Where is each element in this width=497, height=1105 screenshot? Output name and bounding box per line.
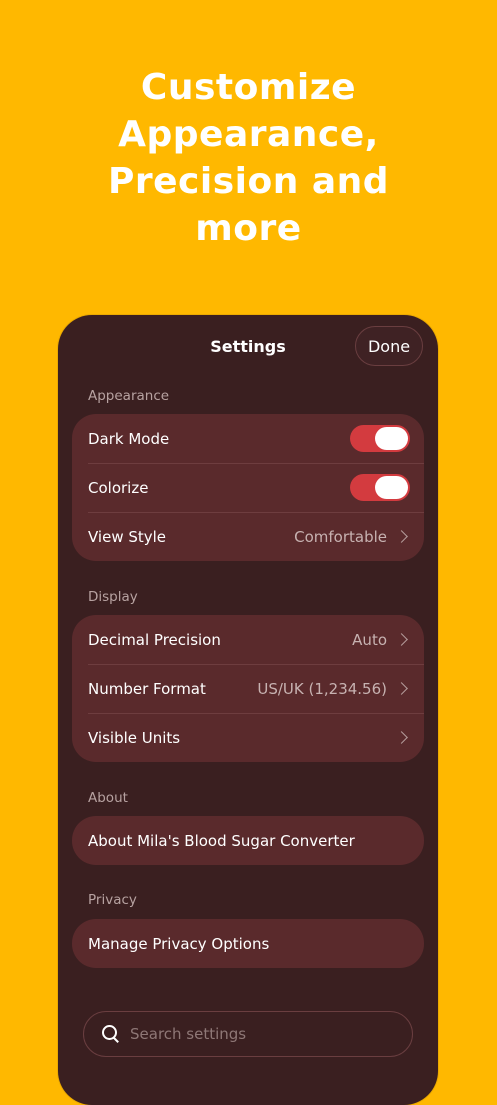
search-field[interactable]: Search settings bbox=[83, 1011, 413, 1057]
about-app-label: About Mila's Blood Sugar Converter bbox=[88, 831, 355, 850]
marketing-headline: Customize Appearance, Precision and more bbox=[0, 64, 497, 252]
visible-units-row[interactable]: Visible Units bbox=[72, 713, 424, 762]
manage-privacy-row[interactable]: Manage Privacy Options bbox=[72, 919, 424, 968]
toggle-knob bbox=[375, 427, 408, 450]
number-format-label: Number Format bbox=[88, 679, 206, 698]
decimal-precision-label: Decimal Precision bbox=[88, 630, 221, 649]
chevron-right-icon bbox=[395, 530, 408, 543]
about-group: About Mila's Blood Sugar Converter bbox=[72, 816, 424, 865]
number-format-row[interactable]: Number Format US/UK (1,234.56) bbox=[72, 664, 424, 713]
done-button[interactable]: Done bbox=[355, 326, 423, 366]
colorize-toggle[interactable] bbox=[350, 474, 410, 501]
chevron-right-icon bbox=[395, 731, 408, 744]
search-placeholder: Search settings bbox=[130, 1025, 247, 1043]
number-format-value: US/UK (1,234.56) bbox=[257, 679, 387, 698]
manage-privacy-label: Manage Privacy Options bbox=[88, 934, 270, 953]
headline-line-4: more bbox=[195, 208, 302, 249]
headline-line-2: Appearance, bbox=[118, 114, 379, 155]
decimal-precision-value: Auto bbox=[352, 630, 387, 649]
chevron-right-icon bbox=[395, 633, 408, 646]
search-icon bbox=[102, 1025, 120, 1043]
view-style-row[interactable]: View Style Comfortable bbox=[72, 512, 424, 561]
headline-line-1: Customize bbox=[140, 67, 357, 108]
view-style-value: Comfortable bbox=[294, 527, 387, 546]
dark-mode-row[interactable]: Dark Mode bbox=[72, 414, 424, 463]
toggle-knob bbox=[375, 476, 408, 499]
appearance-group: Dark Mode Colorize View Style Comfortabl… bbox=[72, 414, 424, 561]
display-group: Decimal Precision Auto Number Format US/… bbox=[72, 615, 424, 762]
settings-header: Settings Done bbox=[58, 315, 438, 381]
view-style-label: View Style bbox=[88, 527, 167, 546]
decimal-precision-row[interactable]: Decimal Precision Auto bbox=[72, 615, 424, 664]
section-label-about: About bbox=[88, 790, 128, 806]
headline-line-3: Precision and bbox=[107, 161, 390, 202]
privacy-group: Manage Privacy Options bbox=[72, 919, 424, 968]
chevron-right-icon bbox=[395, 682, 408, 695]
section-label-display: Display bbox=[88, 589, 138, 605]
colorize-row[interactable]: Colorize bbox=[72, 463, 424, 512]
colorize-label: Colorize bbox=[88, 478, 149, 497]
section-label-privacy: Privacy bbox=[88, 892, 137, 908]
section-label-appearance: Appearance bbox=[88, 388, 170, 404]
dark-mode-toggle[interactable] bbox=[350, 425, 410, 452]
about-app-row[interactable]: About Mila's Blood Sugar Converter bbox=[72, 816, 424, 865]
visible-units-label: Visible Units bbox=[88, 728, 181, 747]
settings-panel: Settings Done Appearance Dark Mode Color… bbox=[58, 315, 438, 1105]
dark-mode-label: Dark Mode bbox=[88, 429, 170, 448]
